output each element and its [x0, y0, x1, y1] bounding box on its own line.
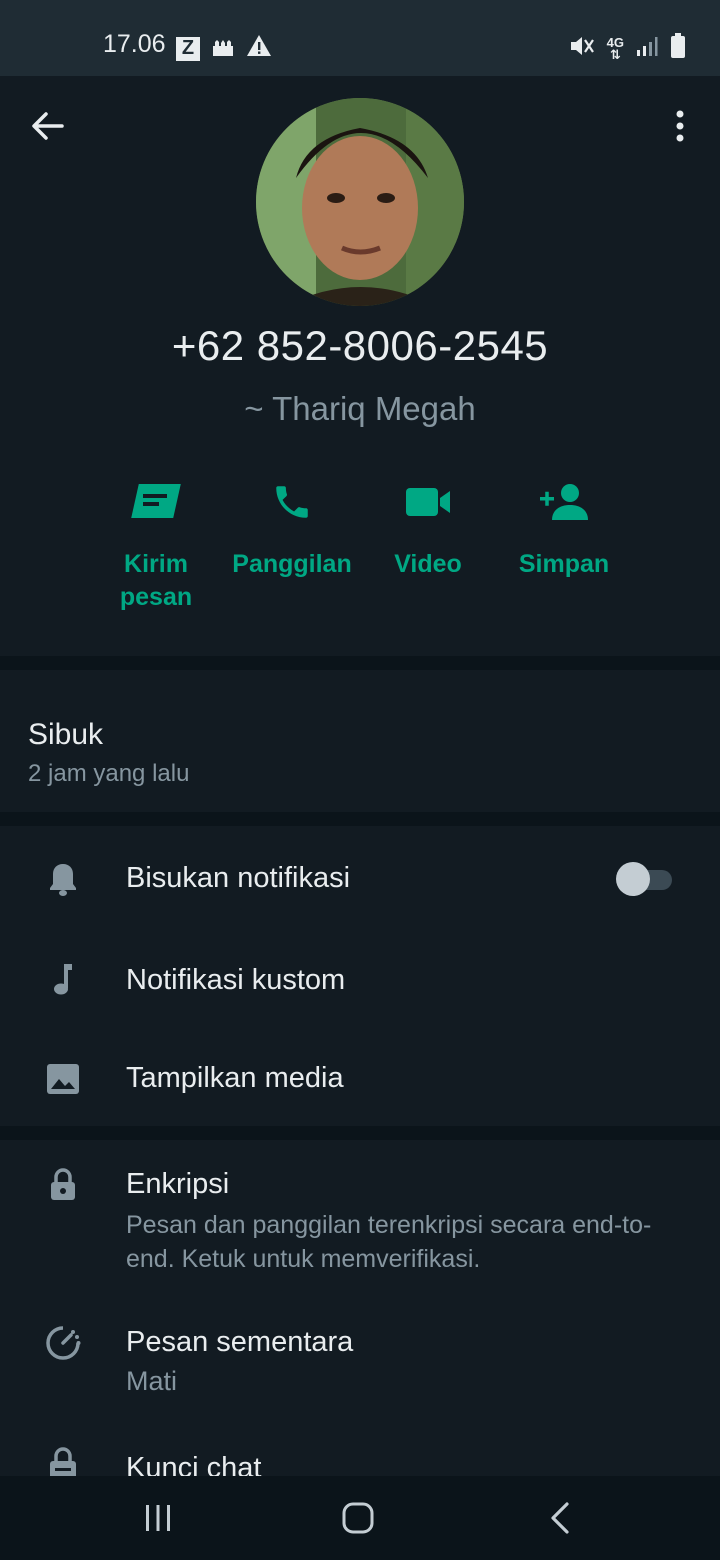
timer-icon — [44, 1324, 82, 1362]
mute-notifications-row[interactable]: Bisukan notifikasi — [0, 836, 720, 924]
bell-icon — [44, 860, 82, 898]
encryption-description: Pesan dan panggilan terenkripsi secara e… — [126, 1211, 652, 1273]
profile-photo — [256, 98, 464, 306]
send-message-button[interactable]: Kirim pesan — [88, 472, 224, 614]
message-icon — [131, 484, 181, 518]
about-status: Sibuk — [28, 718, 104, 751]
call-button[interactable]: Panggilan — [224, 472, 360, 581]
chat-lock-title: Kunci chat — [126, 1452, 262, 1476]
arrow-left-icon — [32, 112, 64, 140]
call-label: Panggilan — [232, 550, 352, 578]
save-label: Simpan — [518, 550, 610, 578]
add-person-icon — [540, 484, 588, 520]
video-icon — [406, 488, 450, 516]
status-bar: 17.06 Z 4G ⇅ — [0, 0, 720, 76]
about-time: 2 jam yang lalu — [28, 760, 190, 787]
chat-lock-icon — [44, 1446, 82, 1476]
signal-icon — [636, 35, 658, 62]
contact-phone-number: +62 852-8006-2545 — [171, 322, 549, 369]
profile-avatar[interactable] — [256, 98, 464, 306]
video-call-button[interactable]: Video — [360, 472, 496, 581]
contact-alias: ~ Thariq Megah — [244, 390, 476, 427]
mosque-icon — [210, 34, 236, 63]
media-visibility-row[interactable]: Tampilkan media — [0, 1034, 720, 1122]
disappearing-messages-title: Pesan sementara — [126, 1326, 354, 1358]
mute-toggle[interactable] — [616, 862, 674, 896]
encryption-row[interactable]: Enkripsi Pesan dan panggilan terenkripsi… — [0, 1140, 720, 1290]
section-divider — [0, 656, 720, 670]
media-visibility-label: Tampilkan media — [126, 1062, 344, 1094]
battery-icon — [670, 33, 686, 64]
send-message-label: Kirim pesan — [119, 550, 193, 611]
home-button[interactable] — [334, 1494, 382, 1542]
system-navigation-bar — [0, 1476, 720, 1560]
encryption-title: Enkripsi — [126, 1168, 230, 1200]
recent-apps-icon — [146, 1505, 170, 1531]
custom-notifications-label: Notifikasi kustom — [126, 964, 346, 996]
status-time: 17.06 — [103, 30, 166, 58]
toggle-knob — [616, 862, 650, 896]
custom-notifications-row[interactable]: Notifikasi kustom — [0, 936, 720, 1024]
quick-actions: Kirim pesan Panggilan Video Simpan — [88, 472, 648, 632]
phone-icon — [276, 486, 308, 518]
mute-notifications-label: Bisukan notifikasi — [126, 862, 351, 894]
disappearing-messages-value: Mati — [126, 1366, 178, 1396]
music-note-icon — [44, 960, 82, 998]
save-contact-button[interactable]: Simpan — [496, 472, 632, 581]
more-options-button[interactable] — [668, 108, 692, 144]
chevron-left-icon — [551, 1502, 569, 1534]
lock-icon — [44, 1166, 82, 1204]
about-section[interactable] — [0, 670, 720, 812]
section-divider — [0, 812, 720, 826]
4g-icon: 4G ⇅ — [606, 34, 624, 62]
back-nav-button[interactable] — [536, 1494, 584, 1542]
warning-icon — [246, 34, 272, 63]
video-label: Video — [394, 550, 462, 578]
image-icon — [44, 1060, 82, 1098]
section-divider — [0, 1126, 720, 1140]
z-app-icon: Z — [176, 36, 200, 61]
network-label: 4G — [606, 34, 624, 50]
disappearing-messages-row[interactable]: Pesan sementara Mati — [0, 1300, 720, 1410]
more-vertical-icon — [676, 110, 684, 142]
back-button[interactable] — [30, 108, 66, 144]
mute-icon — [569, 34, 595, 63]
home-icon — [342, 1502, 374, 1534]
chat-lock-row[interactable]: Kunci chat — [0, 1436, 720, 1476]
recent-apps-button[interactable] — [134, 1494, 182, 1542]
